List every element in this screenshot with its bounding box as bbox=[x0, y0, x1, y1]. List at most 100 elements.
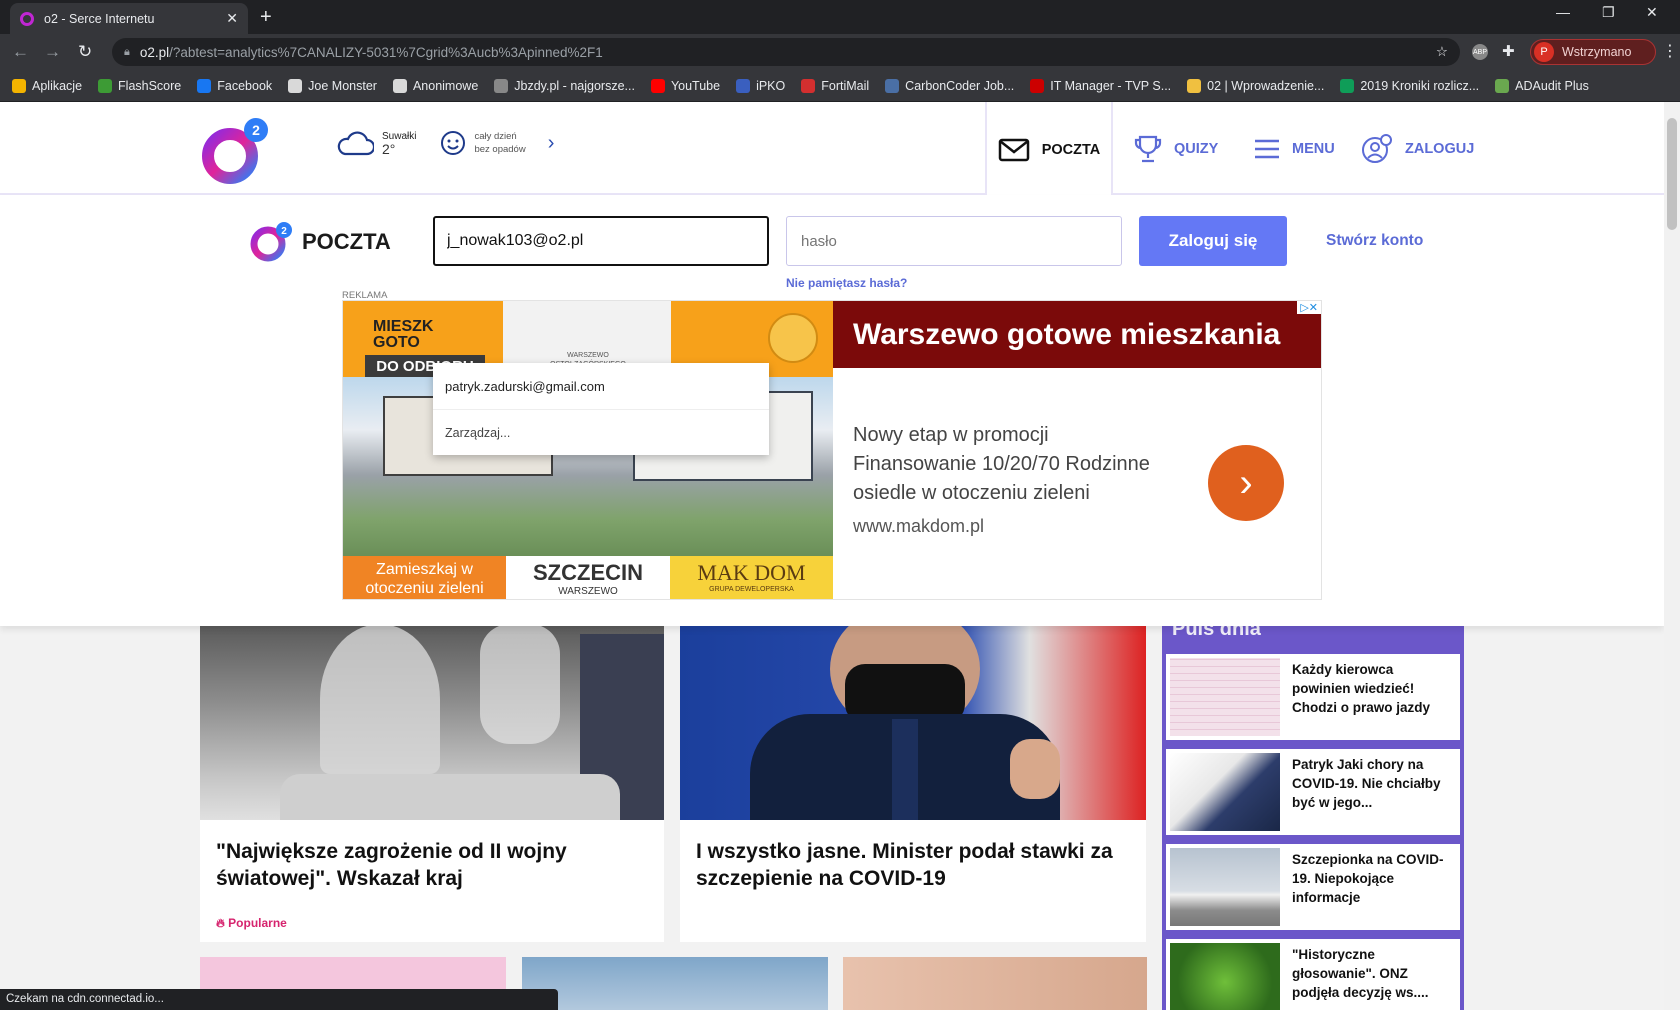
poczta-brand-label: POCZTA bbox=[302, 229, 391, 254]
scrollbar-thumb[interactable] bbox=[1667, 118, 1677, 230]
article-image bbox=[200, 624, 664, 820]
menu-zaloguj-label: ZALOGUJ bbox=[1405, 140, 1475, 157]
login-button[interactable]: Zaloguj się bbox=[1139, 216, 1287, 266]
bookmark-item[interactable]: IT Manager - TVP S... bbox=[1030, 78, 1171, 93]
bookmark-item[interactable]: Jbzdy.pl - najgorsze... bbox=[494, 78, 635, 93]
back-icon[interactable]: ← bbox=[12, 42, 29, 62]
email-field[interactable] bbox=[433, 216, 769, 266]
ad-tile-mid-1: SZCZECIN bbox=[533, 560, 643, 585]
bookmark-item[interactable]: iPKO bbox=[736, 78, 786, 93]
menu-zaloguj[interactable]: ZALOGUJ bbox=[1361, 102, 1474, 195]
bookmark-favicon-icon bbox=[1495, 78, 1510, 93]
bookmark-item[interactable]: FortiMail bbox=[801, 78, 870, 93]
forward-icon[interactable]: → bbox=[44, 42, 61, 62]
ad-tile-left: Zamieszkaj w otoczeniu zieleni bbox=[343, 556, 506, 599]
page-viewport: "Największe zagrożenie od II wojny świat… bbox=[0, 102, 1664, 1010]
create-account-link[interactable]: Stwórz konto bbox=[1326, 232, 1423, 250]
reload-icon[interactable]: ↻ bbox=[78, 42, 92, 62]
article-title[interactable]: I wszystko jasne. Minister podał stawki … bbox=[696, 838, 1130, 892]
password-field[interactable] bbox=[786, 216, 1122, 266]
page-scrollbar[interactable] bbox=[1664, 102, 1680, 1010]
bookmark-item[interactable]: Aplikacje bbox=[12, 78, 82, 93]
bookmark-star-icon[interactable]: ☆ bbox=[1436, 44, 1448, 60]
menu-poczta[interactable]: POCZTA bbox=[985, 102, 1113, 197]
close-window-icon[interactable]: ✕ bbox=[1646, 4, 1658, 21]
list-item[interactable]: Szczepionka na COVID-19. Niepokojące inf… bbox=[1166, 844, 1460, 930]
weather-widget[interactable]: Suwałki 2° cały dzień bez opadów › bbox=[336, 130, 554, 156]
bookmark-favicon-icon bbox=[801, 78, 816, 93]
bookmark-item[interactable]: CarbonCoder Job... bbox=[885, 78, 1014, 93]
menu-quizy[interactable]: QUIZY bbox=[1134, 102, 1218, 195]
article-card[interactable]: I wszystko jasne. Minister podał stawki … bbox=[680, 624, 1146, 942]
smile-icon bbox=[441, 131, 466, 155]
article-card[interactable] bbox=[843, 957, 1147, 1010]
o2-favicon-icon bbox=[20, 11, 34, 26]
bookmark-item[interactable]: Joe Monster bbox=[288, 78, 377, 93]
ad-crane-icon bbox=[768, 313, 818, 363]
extensions-icon[interactable]: ✚ bbox=[1502, 42, 1515, 60]
bookmark-label: Joe Monster bbox=[308, 78, 377, 93]
status-bar: Czekam na cdn.connectad.io... bbox=[0, 989, 558, 1010]
chevron-right-icon[interactable]: › bbox=[548, 132, 555, 155]
bookmark-label: iPKO bbox=[756, 78, 786, 93]
bookmark-label: FortiMail bbox=[821, 78, 870, 93]
ad-tile-right-2: GRUPA DEWELOPERSKA bbox=[709, 586, 794, 593]
restore-icon[interactable]: ❐ bbox=[1602, 4, 1615, 21]
weather-desc-1: cały dzień bbox=[474, 131, 517, 142]
popular-label: Popularne bbox=[228, 916, 287, 930]
thumbnail bbox=[1170, 848, 1280, 926]
browser-tab-strip: o2 - Serce Internetu ✕ + — ❐ ✕ bbox=[0, 0, 1680, 34]
list-item[interactable]: Każdy kierowca powinien wiedzieć! Chodzi… bbox=[1166, 654, 1460, 740]
forgot-password-link[interactable]: Nie pamiętasz hasła? bbox=[786, 276, 907, 290]
article-title[interactable]: "Największe zagrożenie od II wojny świat… bbox=[216, 838, 646, 892]
bookmark-item[interactable]: 02 | Wprowadzenie... bbox=[1187, 78, 1324, 93]
ad-tile-right-1: MAK DOM bbox=[697, 560, 806, 585]
bookmark-label: 2019 Kroniki rozlicz... bbox=[1360, 78, 1480, 93]
thumbnail bbox=[1170, 943, 1280, 1010]
new-tab-icon[interactable]: + bbox=[260, 6, 272, 29]
list-item[interactable]: "Historyczne głosowanie". ONZ podjęła de… bbox=[1166, 939, 1460, 1010]
bookmark-favicon-icon bbox=[197, 78, 212, 93]
bookmark-item[interactable]: Facebook bbox=[197, 78, 272, 93]
bookmark-favicon-icon bbox=[98, 78, 113, 93]
browser-toolbar: ← → ↻ 🔒︎ o2.pl /?abtest=analytics%7CANAL… bbox=[0, 34, 1680, 70]
ad-body: Nowy etap w promocji Finansowanie 10/20/… bbox=[853, 421, 1150, 508]
avatar: P bbox=[1534, 42, 1554, 62]
trophy-icon bbox=[1134, 135, 1162, 162]
bookmark-item[interactable]: Anonimowe bbox=[392, 78, 479, 93]
close-tab-icon[interactable]: ✕ bbox=[226, 10, 238, 27]
autocomplete-suggestion[interactable]: patryk.zadurski@gmail.com bbox=[433, 363, 769, 409]
bookmark-item[interactable]: 2019 Kroniki rozlicz... bbox=[1340, 78, 1480, 93]
o2-logo[interactable]: 2 bbox=[198, 116, 272, 186]
hamburger-icon bbox=[1255, 139, 1279, 158]
url-path: /?abtest=analytics%7CANALIZY-5031%7Cgrid… bbox=[169, 44, 603, 60]
article-card[interactable] bbox=[522, 957, 828, 1010]
article-card[interactable]: "Największe zagrożenie od II wojny świat… bbox=[200, 624, 664, 942]
autocomplete-manage[interactable]: Zarządzaj... bbox=[433, 409, 769, 455]
bookmark-label: ADAudit Plus bbox=[1515, 78, 1589, 93]
ad-tag-2: GOTO bbox=[373, 334, 420, 351]
url-host: o2.pl bbox=[139, 44, 170, 60]
bookmark-favicon-icon bbox=[1340, 78, 1355, 93]
bookmark-item[interactable]: YouTube bbox=[650, 78, 720, 93]
adblock-icon[interactable]: ABP bbox=[1472, 44, 1488, 60]
ad-headline: Warszewo gotowe mieszkania bbox=[833, 301, 1321, 368]
bookmark-item[interactable]: FlashScore bbox=[98, 78, 181, 93]
menu-menu[interactable]: MENU bbox=[1254, 102, 1335, 195]
list-item-title: Każdy kierowca powinien wiedzieć! Chodzi… bbox=[1292, 662, 1431, 715]
bookmark-label: Jbzdy.pl - najgorsze... bbox=[514, 78, 635, 93]
bookmark-item[interactable]: ADAudit Plus bbox=[1495, 78, 1589, 93]
profile-button[interactable]: P Wstrzymano bbox=[1530, 39, 1656, 65]
browser-menu-icon[interactable]: ⋮ bbox=[1662, 41, 1678, 61]
adchoices-icon[interactable]: ▷✕ bbox=[1297, 301, 1321, 314]
minimize-icon[interactable]: — bbox=[1556, 4, 1570, 20]
list-item[interactable]: Patryk Jaki chory na COVID-19. Nie chcia… bbox=[1166, 749, 1460, 835]
ad-arrow-icon[interactable]: › bbox=[1208, 445, 1284, 521]
address-bar[interactable]: 🔒︎ o2.pl /?abtest=analytics%7CANALIZY-50… bbox=[112, 38, 1460, 66]
lock-icon: 🔒︎ bbox=[124, 45, 130, 58]
svg-text:2: 2 bbox=[252, 122, 260, 138]
browser-tab[interactable]: o2 - Serce Internetu ✕ bbox=[10, 3, 248, 34]
bookmark-favicon-icon bbox=[12, 78, 26, 93]
bookmark-label: Anonimowe bbox=[412, 78, 479, 93]
ad-line: Nowy etap w promocji bbox=[853, 424, 1049, 446]
